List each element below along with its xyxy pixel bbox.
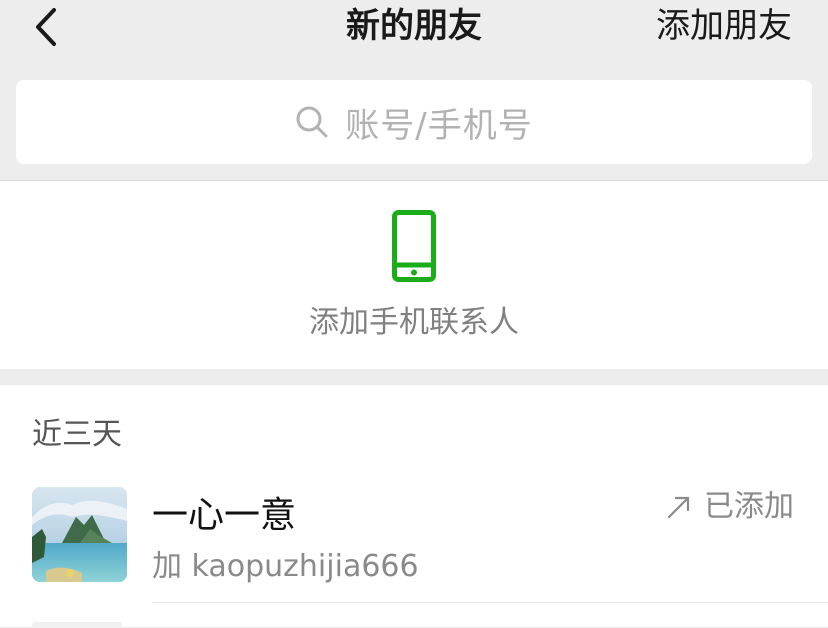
friend-message: 加 kaopuzhijia666 [152,549,419,584]
add-phone-contacts-label: 添加手机联系人 [309,305,519,340]
add-friend-button[interactable]: 添加朋友 [656,2,792,50]
search-placeholder: 账号/手机号 [345,105,533,146]
mobile-phone-icon [392,210,436,282]
avatar [32,487,127,582]
search-input[interactable]: 账号/手机号 [16,80,812,164]
status-badge: 已添加 [666,487,794,527]
navigation-bar: 新的朋友 添加朋友 [0,0,828,70]
divider [152,602,828,603]
back-button[interactable] [28,4,68,50]
list-item-partial [32,622,122,628]
status-label: 已添加 [704,489,794,524]
search-icon [296,106,328,138]
chevron-left-icon [36,8,56,46]
arrow-up-right-icon [667,496,690,519]
recent-friends-list: 近三天 一心一意 加 kaopuzhijia666 已添加 [0,385,828,628]
add-phone-contacts-button[interactable]: 添加手机联系人 [0,181,828,369]
friend-name: 一心一意 [152,495,297,536]
list-item[interactable]: 一心一意 加 kaopuzhijia666 已添加 [0,483,828,603]
section-header: 近三天 [32,417,122,452]
landscape-avatar [32,487,127,582]
